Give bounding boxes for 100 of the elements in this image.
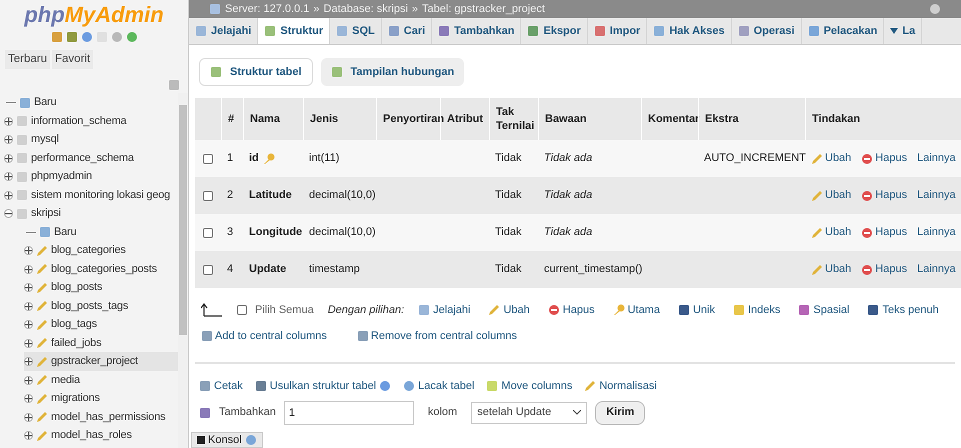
expand-icon[interactable] bbox=[4, 135, 13, 144]
central-columns-link[interactable]: Remove from central columns bbox=[356, 328, 517, 344]
table-cell: 3 bbox=[227, 226, 234, 238]
table-cell-text: Latitude bbox=[249, 188, 292, 204]
nav-tab[interactable]: Struktur bbox=[258, 18, 330, 44]
expand-icon[interactable] bbox=[24, 357, 33, 366]
tree-item[interactable]: blog_posts_tags bbox=[51, 298, 128, 314]
breadcrumb-separator: » bbox=[313, 2, 320, 17]
tree-item[interactable]: media bbox=[51, 372, 80, 388]
expand-icon[interactable] bbox=[4, 154, 13, 162]
expand-icon[interactable] bbox=[24, 376, 33, 384]
bulk-action[interactable]: Indeks bbox=[732, 302, 780, 318]
caret-icon bbox=[890, 28, 898, 34]
expand-icon[interactable] bbox=[24, 431, 33, 440]
expand-icon[interactable] bbox=[24, 338, 33, 348]
expand-icon[interactable] bbox=[4, 116, 13, 126]
tree-item[interactable]: model_has_roles bbox=[51, 427, 132, 444]
action-link[interactable]: Hapus bbox=[861, 224, 908, 241]
action-link[interactable]: Ubah bbox=[811, 187, 852, 204]
action-link[interactable]: Hapus bbox=[861, 187, 908, 204]
expand-icon[interactable] bbox=[24, 412, 33, 422]
pencil-icon bbox=[811, 152, 823, 164]
action-link[interactable]: Lainnya bbox=[917, 150, 956, 167]
tree-item[interactable]: sistem monitoring lokasi geog bbox=[31, 186, 170, 204]
tree-item[interactable]: Baru bbox=[34, 94, 56, 111]
action-link[interactable]: Ubah bbox=[811, 261, 852, 278]
tree-item[interactable]: phpmyadmin bbox=[31, 168, 92, 185]
tree-item[interactable]: model_has_permissions bbox=[51, 408, 166, 426]
table-cell: Tidak ada bbox=[544, 189, 592, 202]
row-checkbox[interactable] bbox=[203, 228, 213, 238]
bulk-action[interactable]: Utama bbox=[612, 302, 660, 318]
table-cell: Tidak bbox=[495, 226, 522, 238]
delete-icon bbox=[861, 264, 874, 276]
row-checkbox[interactable] bbox=[203, 264, 213, 274]
action-link[interactable]: Lainnya bbox=[917, 187, 956, 204]
expand-icon[interactable] bbox=[24, 394, 33, 403]
bulk-action[interactable]: Unik bbox=[678, 302, 715, 318]
table-cell: Tidak ada bbox=[544, 226, 592, 238]
tree-item[interactable]: blog_categories_posts bbox=[51, 260, 157, 278]
expand-icon[interactable] bbox=[4, 172, 13, 181]
column-header: Komentar bbox=[648, 112, 700, 126]
action-link[interactable]: Lainnya bbox=[917, 224, 956, 241]
tree-item[interactable]: blog_categories bbox=[51, 242, 126, 259]
column-header: Nama bbox=[250, 112, 280, 126]
table-cell: Tidak bbox=[495, 189, 522, 202]
logo[interactable]: phpMyAdmin bbox=[0, 2, 188, 28]
tree-item[interactable]: information_schema bbox=[31, 112, 126, 130]
terminal-icon bbox=[197, 436, 205, 444]
bulk-action[interactable]: Jelajahi bbox=[418, 302, 470, 318]
expand-icon[interactable] bbox=[24, 283, 33, 292]
action-link[interactable]: Hapus bbox=[861, 261, 908, 278]
tree-item[interactable]: migrations bbox=[51, 390, 100, 407]
expand-icon[interactable] bbox=[24, 264, 33, 274]
table-link[interactable]: Cetak bbox=[199, 378, 243, 394]
row-checkbox[interactable] bbox=[203, 154, 213, 164]
bulk-action[interactable]: Hapus bbox=[548, 302, 595, 318]
collapse-icon[interactable] bbox=[4, 209, 13, 218]
row-checkbox[interactable] bbox=[203, 190, 213, 200]
sidebar-tab[interactable]: Favorit bbox=[52, 50, 94, 70]
console-tab[interactable]: Konsol bbox=[191, 432, 263, 448]
table-cell: 1 bbox=[227, 152, 234, 164]
table-cell: Tidak ada bbox=[544, 152, 592, 164]
expand-icon[interactable] bbox=[24, 302, 33, 310]
select-all-checkbox[interactable]: Pilih Semua bbox=[237, 302, 314, 318]
column-header: Tindakan bbox=[812, 112, 860, 126]
position-select[interactable]: setelah Update bbox=[471, 402, 588, 424]
table-link[interactable]: Move columns bbox=[486, 378, 572, 394]
subtab[interactable]: Tampilan hubungan bbox=[320, 58, 464, 86]
submit-button[interactable]: Kirim bbox=[595, 400, 646, 424]
key-icon bbox=[612, 304, 625, 316]
column-count-field[interactable]: 1 bbox=[284, 400, 414, 424]
tree-item[interactable]: failed_jobs bbox=[51, 334, 102, 352]
sidebar-tab[interactable]: Terbaru bbox=[5, 50, 50, 70]
bulk-action[interactable]: Ubah bbox=[488, 302, 530, 318]
table-link[interactable]: Lacak tabel bbox=[403, 378, 474, 394]
column-header: # bbox=[228, 112, 234, 126]
table-cell: timestamp bbox=[309, 263, 360, 276]
bulk-action[interactable]: Spasial bbox=[798, 302, 850, 318]
tree-item[interactable]: performance_schema bbox=[31, 150, 134, 166]
delete-icon bbox=[861, 152, 874, 164]
subtab[interactable]: Struktur tabel bbox=[199, 58, 313, 86]
action-link[interactable]: Hapus bbox=[861, 150, 908, 167]
tree-item[interactable]: blog_tags bbox=[51, 316, 97, 333]
table-cell: decimal(10,0) bbox=[309, 189, 376, 202]
expand-icon[interactable] bbox=[4, 190, 13, 200]
table-link[interactable]: Usulkan struktur tabel bbox=[254, 378, 392, 394]
expand-icon[interactable] bbox=[24, 320, 33, 329]
central-columns-link[interactable]: Add to central columns bbox=[201, 328, 327, 344]
expand-icon[interactable] bbox=[24, 246, 33, 255]
delete-icon bbox=[861, 226, 874, 238]
tree-item[interactable]: blog_posts bbox=[51, 279, 102, 296]
table-link[interactable]: Normalisasi bbox=[584, 378, 657, 394]
action-link[interactable]: Ubah bbox=[811, 150, 852, 167]
tree-item[interactable]: mysql bbox=[31, 131, 59, 148]
tree-item[interactable]: skripsi bbox=[31, 205, 61, 222]
action-link[interactable]: Ubah bbox=[811, 224, 852, 241]
tree-item[interactable]: Baru bbox=[54, 224, 76, 240]
column-header: Penyortiran bbox=[383, 112, 444, 126]
bulk-action[interactable]: Teks penuh bbox=[867, 302, 939, 318]
action-link[interactable]: Lainnya bbox=[917, 261, 956, 278]
